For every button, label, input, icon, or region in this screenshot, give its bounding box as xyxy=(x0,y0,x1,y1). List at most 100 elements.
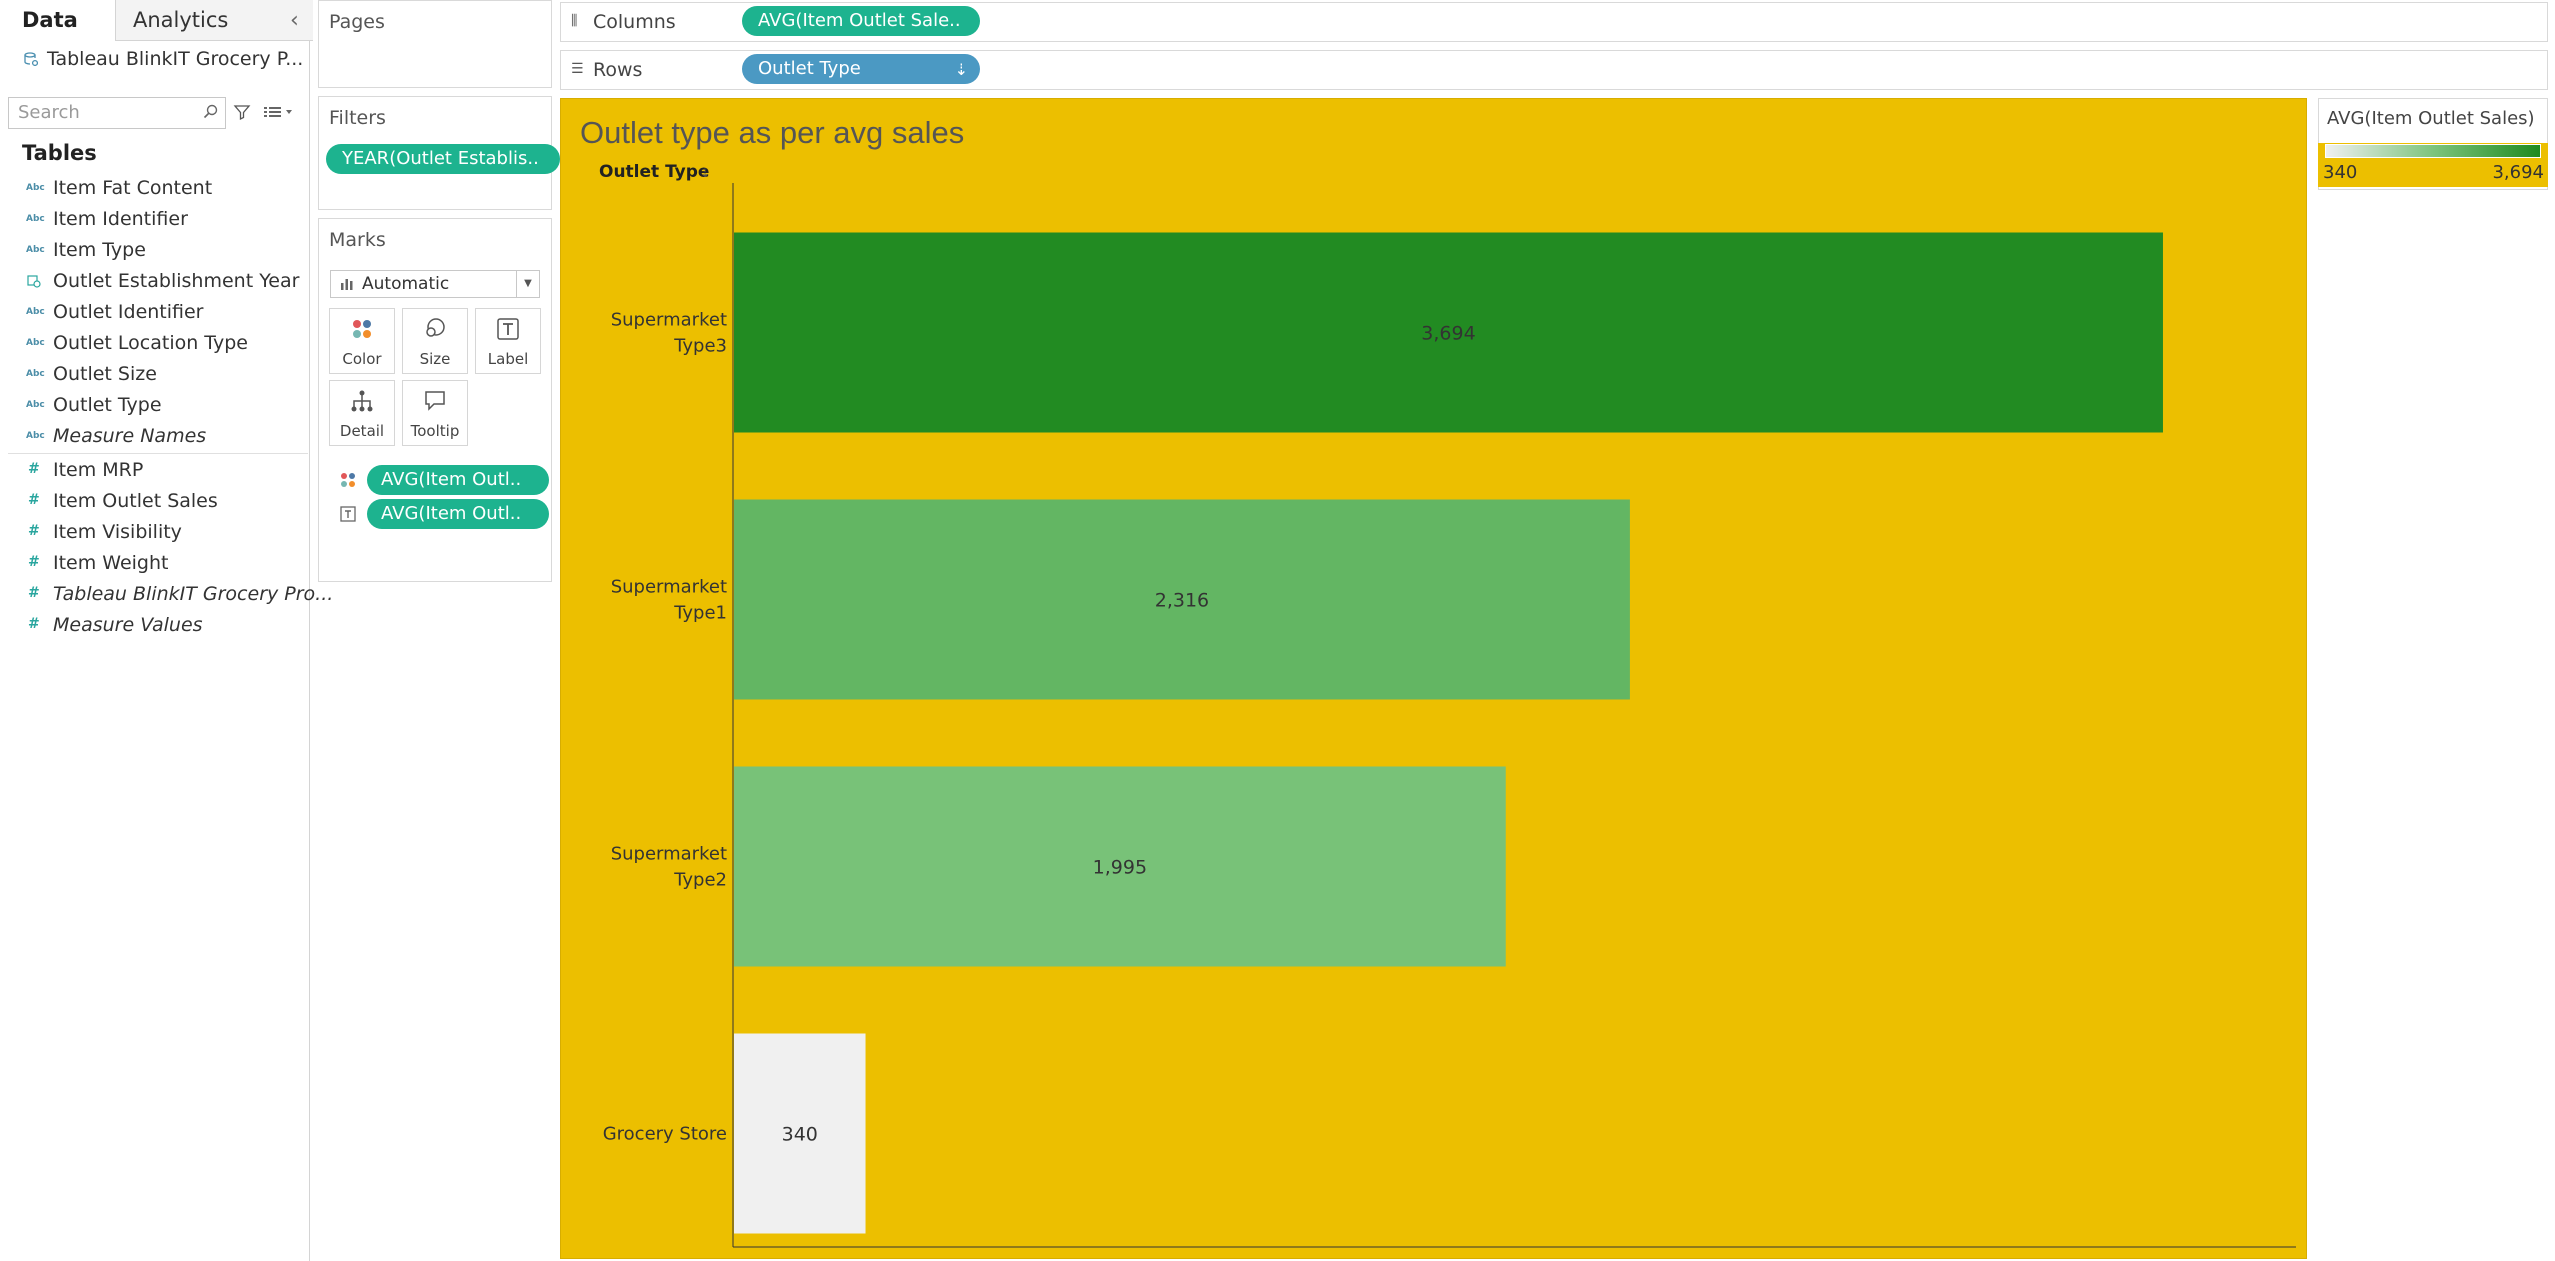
pages-card[interactable]: Pages xyxy=(318,0,552,88)
search-placeholder: Search xyxy=(18,102,80,123)
columns-label: Columns xyxy=(593,11,676,33)
chevron-down-icon[interactable]: ▼ xyxy=(516,271,539,297)
field-item[interactable]: Abc Outlet Location Type xyxy=(0,329,309,360)
category-label-line: Type3 xyxy=(673,336,727,357)
color-mark-button[interactable]: Color xyxy=(329,308,395,374)
label-icon xyxy=(476,317,540,341)
field-item[interactable]: Abc Item Fat Content xyxy=(0,174,309,205)
bar-value-label: 340 xyxy=(782,1124,818,1146)
field-label: Item Fat Content xyxy=(53,177,213,199)
rows-shelf-label: ☰ Rows xyxy=(561,51,739,89)
chart-title: Outlet type as per avg sales xyxy=(580,115,964,150)
field-item[interactable]: Abc Outlet Identifier xyxy=(0,298,309,329)
tooltip-icon xyxy=(403,389,467,413)
rows-label: Rows xyxy=(593,59,643,81)
filter-pill[interactable]: YEAR(Outlet Establis.. xyxy=(326,144,560,174)
measure-icon: # xyxy=(28,616,40,632)
detail-icon xyxy=(330,389,394,413)
marks-title: Marks xyxy=(329,229,386,251)
chart-view[interactable]: Outlet type as per avg sales Outlet Type ⇣… xyxy=(560,98,2307,1259)
field-item[interactable]: # Item Visibility xyxy=(0,518,309,549)
field-label: Item MRP xyxy=(53,459,144,481)
filter-icon[interactable] xyxy=(233,103,251,121)
category-label-line: Type1 xyxy=(673,603,727,624)
field-item[interactable]: # Item Outlet Sales xyxy=(0,487,309,518)
field-item[interactable]: Abc Item Type xyxy=(0,236,309,267)
dimension-icon: Abc xyxy=(26,431,45,441)
columns-icon: ⫼ xyxy=(571,13,578,29)
size-icon xyxy=(403,317,467,341)
field-label: Outlet Location Type xyxy=(53,332,248,354)
size-mark-button[interactable]: Size xyxy=(402,308,468,374)
field-item[interactable]: Abc Measure Names xyxy=(0,422,309,453)
dimension-icon: Abc xyxy=(26,245,45,255)
field-divider xyxy=(8,453,308,454)
search-input[interactable]: Search xyxy=(8,97,226,129)
sort-icon: ⇣ xyxy=(700,166,710,180)
dimension-icon: Abc xyxy=(26,214,45,224)
tooltip-mark-label: Tooltip xyxy=(410,422,460,440)
tooltip-mark-button[interactable]: Tooltip xyxy=(402,380,468,446)
category-label: Supermarket Type2 xyxy=(611,844,727,891)
bar-chart: Outlet type as per avg sales Outlet Type⇣… xyxy=(580,115,2296,1248)
field-label: Outlet Identifier xyxy=(53,301,204,323)
category-label-line: Supermarket xyxy=(611,844,727,865)
view-options-icon[interactable] xyxy=(262,104,294,120)
legend-gradient xyxy=(2325,144,2541,158)
columns-pill[interactable]: AVG(Item Outlet Sale.. xyxy=(742,6,980,36)
field-item[interactable]: # Item Weight xyxy=(0,549,309,580)
dimension-icon: Abc xyxy=(26,338,45,348)
measure-icon: # xyxy=(28,523,40,539)
mark-type-label: Automatic xyxy=(362,274,450,294)
field-item[interactable]: # Tableau BlinkIT Grocery Pro... xyxy=(0,580,333,611)
detail-mark-label: Detail xyxy=(339,422,385,440)
detail-mark-button[interactable]: Detail xyxy=(329,380,395,446)
bar-mark-icon xyxy=(341,279,353,290)
field-item[interactable]: # Measure Values xyxy=(0,611,309,642)
measure-icon: # xyxy=(28,554,40,570)
category-label: Grocery Store xyxy=(603,1124,727,1145)
field-label: Outlet Size xyxy=(53,363,157,385)
category-label: Supermarket Type3 xyxy=(611,310,727,357)
field-label: Item Outlet Sales xyxy=(53,490,218,512)
field-label: Outlet Type xyxy=(53,394,162,416)
color-encoding-icon xyxy=(341,473,355,487)
field-item[interactable]: # Item MRP xyxy=(0,456,309,487)
category-label-line: Type2 xyxy=(673,870,727,891)
measure-icon: # xyxy=(28,492,40,508)
label-measure-pill[interactable]: AVG(Item Outl.. xyxy=(367,499,549,529)
datasource-icon xyxy=(24,52,38,66)
pages-title: Pages xyxy=(329,11,385,33)
label-mark-button[interactable]: Label xyxy=(475,308,541,374)
field-label: Measure Values xyxy=(53,614,203,636)
legend-max: 3,694 xyxy=(2492,162,2544,183)
color-icon xyxy=(330,317,394,341)
collapse-pane-icon[interactable]: ‹ xyxy=(290,8,299,33)
rows-pill-label: Outlet Type xyxy=(758,58,861,79)
rows-pill[interactable]: Outlet Type ⇣ xyxy=(742,54,980,84)
field-label: Item Type xyxy=(53,239,146,261)
measure-icon: # xyxy=(28,585,40,601)
field-label: Outlet Establishment Year xyxy=(53,270,300,292)
category-label-line: Supermarket xyxy=(611,577,727,598)
datasource-item[interactable]: Tableau BlinkIT Grocery P... xyxy=(24,48,303,70)
bar-value-label: 1,995 xyxy=(1093,857,1147,879)
field-item[interactable]: Outlet Establishment Year xyxy=(0,267,309,298)
sort-icon[interactable]: ⇣ xyxy=(955,55,968,84)
field-item[interactable]: Abc Outlet Type xyxy=(0,391,309,422)
rows-icon: ☰ xyxy=(571,61,584,77)
tab-analytics[interactable]: Analytics xyxy=(115,0,313,41)
dimension-icon: Abc xyxy=(26,307,45,317)
tables-heading: Tables xyxy=(22,141,97,165)
label-encoding-icon xyxy=(340,506,356,522)
legend-min: 340 xyxy=(2323,162,2358,183)
field-item[interactable]: Abc Item Identifier xyxy=(0,205,309,236)
row-header-label: Outlet Type xyxy=(599,162,709,182)
field-item[interactable]: Abc Outlet Size xyxy=(0,360,309,391)
mark-type-dropdown[interactable]: Automatic ▼ xyxy=(330,270,540,298)
field-label: Measure Names xyxy=(53,425,207,447)
dimension-icon: Abc xyxy=(26,400,45,410)
data-pane: Data Analytics ‹ Tableau BlinkIT Grocery… xyxy=(0,0,333,1261)
field-label: Item Identifier xyxy=(53,208,188,230)
color-measure-pill[interactable]: AVG(Item Outl.. xyxy=(367,465,549,495)
